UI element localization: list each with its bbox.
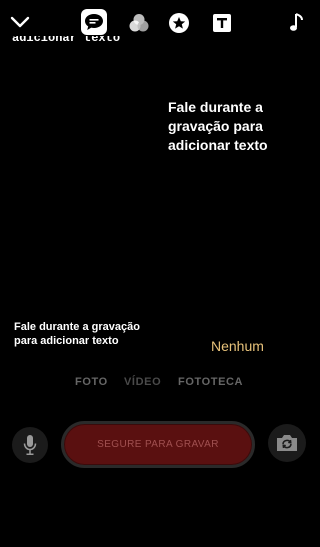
caption-style-none[interactable]: Nenhum (211, 338, 264, 354)
flip-camera-button[interactable] (268, 424, 306, 462)
microphone-button[interactable] (12, 427, 48, 463)
microphone-icon (23, 435, 37, 455)
stickers-icon[interactable] (166, 10, 192, 36)
record-button-label: SEGURE PARA GRAVAR (97, 439, 219, 450)
camera-mode-selector: FOTO VÍDEO FOTOTECA (0, 376, 316, 392)
record-button[interactable]: SEGURE PARA GRAVAR (61, 421, 255, 468)
filters-icon[interactable] (126, 10, 152, 36)
chevron-down-icon[interactable] (7, 9, 33, 35)
mode-foto[interactable]: FOTO (75, 376, 108, 388)
text-icon[interactable] (209, 10, 235, 36)
mode-fototeca[interactable]: FOTOTECA (178, 376, 243, 388)
captions-icon[interactable] (81, 9, 107, 35)
caption-preview-large[interactable]: Fale durante a gravação para adicionar t… (168, 98, 308, 155)
mode-video[interactable]: VÍDEO (124, 376, 161, 388)
caption-preview-typewriter[interactable]: adicionar texto (12, 36, 212, 50)
music-icon[interactable] (284, 10, 310, 36)
flip-camera-icon (277, 435, 297, 451)
caption-preview-small[interactable]: Fale durante a gravação para adicionar t… (14, 320, 194, 348)
